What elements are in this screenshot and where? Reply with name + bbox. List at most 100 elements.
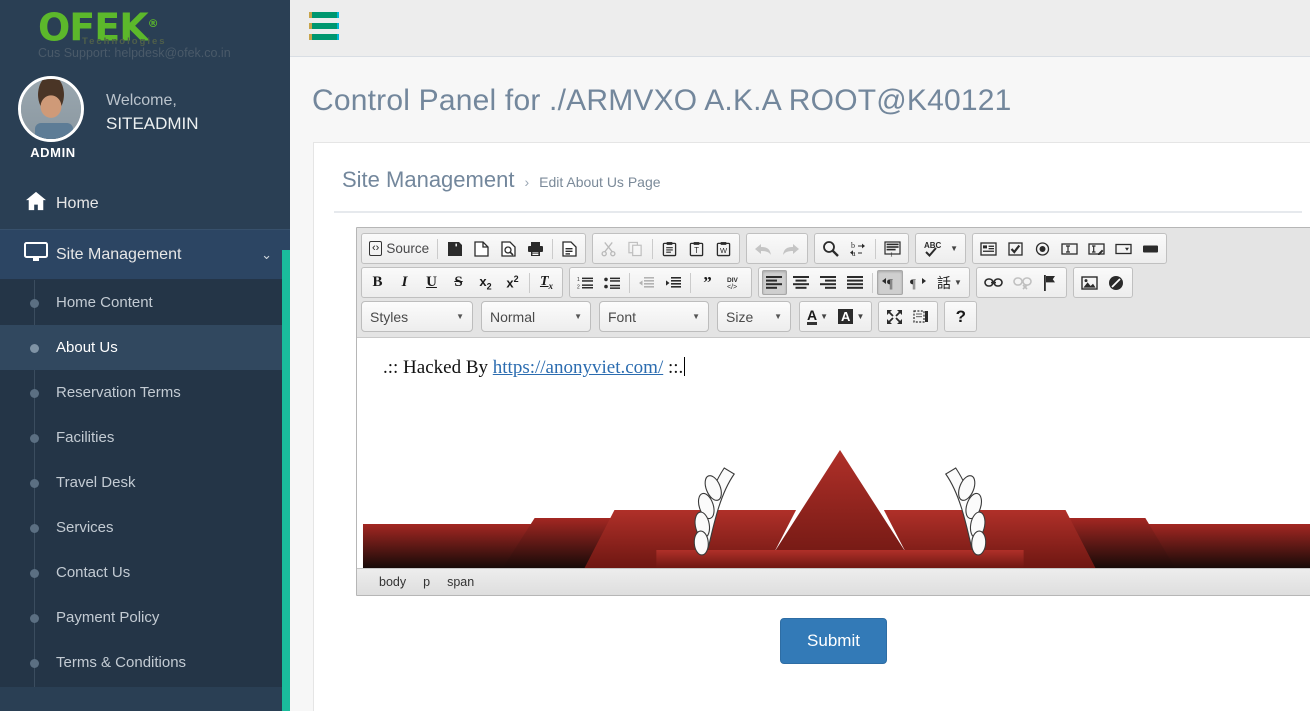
select-field-button[interactable] [1111,236,1136,261]
sidebar-subitem-payment-policy[interactable]: Payment Policy [0,595,290,640]
underline-button[interactable]: U [419,270,444,295]
anchor-button[interactable] [1038,270,1063,295]
background-color-button[interactable]: A ▼ [834,304,868,329]
paste-button[interactable] [657,236,682,261]
spellcheck-button[interactable]: ABC ▼ [919,236,962,261]
paragraph-format-combo[interactable]: Normal ▼ [481,301,591,332]
styles-combo-value: Styles [370,308,409,325]
sidebar-subitem-home-content[interactable]: Home Content [0,280,290,325]
avatar[interactable] [18,76,84,142]
blockquote-button[interactable]: ” [695,270,720,295]
sidebar-subitem-label: Travel Desk [56,474,136,491]
font-size-combo[interactable]: Size ▼ [717,301,791,332]
print-button[interactable] [523,236,548,261]
svg-text:2: 2 [577,284,580,290]
text-caret [684,357,686,376]
unlink-button[interactable] [1009,270,1036,295]
superscript-button[interactable]: x2 [500,270,525,295]
styles-combo[interactable]: Styles ▼ [361,301,473,332]
editor-hacked-link[interactable]: https://anonyviet.com/ [493,357,663,378]
text-color-button[interactable]: A ▼ [803,304,832,329]
text-field-button[interactable] [1057,236,1082,261]
sidebar-subitem-reservation-terms[interactable]: Reservation Terms [0,370,290,415]
indent-button[interactable] [661,270,686,295]
templates-button[interactable] [557,236,582,261]
editor-toolbar-row-1: ‹› Source T W b a I ABC ▼ [361,233,1310,264]
sidebar-subitem-contact-us[interactable]: Contact Us [0,550,290,595]
bullet-icon [30,523,39,533]
sidebar-subitem-services[interactable]: Services [0,505,290,550]
undo-button[interactable] [750,236,776,261]
checkbox-button[interactable] [1003,236,1028,261]
admin-layout: OFEK® Technologies Cus Support: helpdesk… [0,0,1310,711]
sidebar-item-home[interactable]: Home [0,178,290,229]
button-field-button[interactable] [1138,236,1163,261]
bulleted-list-button[interactable] [600,270,625,295]
element-path-span[interactable]: span [447,575,474,589]
svg-text:I: I [891,252,893,256]
redo-button[interactable] [778,236,804,261]
outdent-button[interactable] [634,270,659,295]
submit-button[interactable]: Submit [780,618,887,664]
textarea-button[interactable] [1084,236,1109,261]
new-page-button[interactable] [469,236,494,261]
hamburger-icon[interactable] [309,11,339,45]
text-direction-ltr-button[interactable]: ¶ [877,270,903,295]
remove-format-button[interactable]: Tx [534,270,559,295]
sidebar-subitem-terms-conditions[interactable]: Terms & Conditions [0,640,290,685]
find-button[interactable] [818,236,843,261]
replace-button[interactable]: ba [845,236,871,261]
toolbar-separator [652,238,654,259]
form-button[interactable] [976,236,1001,261]
text-direction-rtl-button[interactable]: ¶ [905,270,931,295]
editor-content-area[interactable]: .:: Hacked By https://anonyviet.com/ ::. [357,338,1310,568]
chevron-down-icon: ▼ [456,312,464,321]
strikethrough-button[interactable]: S [446,270,471,295]
element-path-p[interactable]: p [423,575,430,589]
flash-button[interactable] [1104,270,1129,295]
paste-as-text-button[interactable]: T [684,236,709,261]
breadcrumb-parent[interactable]: Site Management [342,167,514,193]
sidebar-subitem-travel-desk[interactable]: Travel Desk [0,460,290,505]
select-all-button[interactable]: I [880,236,905,261]
language-button[interactable]: 話 ▼ [933,270,966,295]
bullet-icon [30,658,39,668]
show-blocks-button[interactable] [909,304,934,329]
maximize-button[interactable] [882,304,907,329]
brand-logo[interactable]: OFEK® Technologies Cus Support: helpdesk… [0,0,290,60]
sidebar-subitem-about-us[interactable]: About Us [0,325,290,370]
element-path-body[interactable]: body [379,575,406,589]
cut-button[interactable] [596,236,621,261]
sidebar-submenu: Home Content About Us Reservation Terms … [0,280,290,687]
svg-text:¶: ¶ [887,276,893,290]
sidebar-item-site-management[interactable]: Site Management ⌄ [0,229,290,280]
align-left-button[interactable] [762,270,787,295]
numbered-list-button[interactable]: 12 [573,270,598,295]
subscript-button[interactable]: x2 [473,270,498,295]
welcome-username: SITEADMIN [106,114,199,133]
preview-button[interactable] [496,236,521,261]
support-email-text: Cus Support: helpdesk@ofek.co.in [38,46,231,60]
sidebar-subitem-facilities[interactable]: Facilities [0,415,290,460]
align-center-button[interactable] [789,270,814,295]
paste-from-word-button[interactable]: W [711,236,736,261]
align-right-button[interactable] [816,270,841,295]
link-button[interactable] [980,270,1007,295]
create-div-button[interactable]: DIV </> [722,270,748,295]
copy-button[interactable] [623,236,648,261]
italic-button[interactable]: I [392,270,417,295]
source-button[interactable]: ‹› Source [365,236,433,261]
user-role-label: ADMIN [30,145,76,160]
format-combo-value: Normal [490,308,536,325]
font-combo[interactable]: Font ▼ [599,301,709,332]
radio-button[interactable] [1030,236,1055,261]
toolbar-separator [629,272,630,293]
about-button[interactable]: ? [948,304,973,329]
editor-text-line[interactable]: .:: Hacked By https://anonyviet.com/ ::. [357,339,1310,379]
chevron-down-icon: ▼ [774,312,782,321]
save-button[interactable] [442,236,467,261]
justify-button[interactable] [843,270,868,295]
bold-button[interactable]: B [365,270,390,295]
image-button[interactable] [1077,270,1102,295]
sidebar-subitem-label: Services [56,519,114,536]
